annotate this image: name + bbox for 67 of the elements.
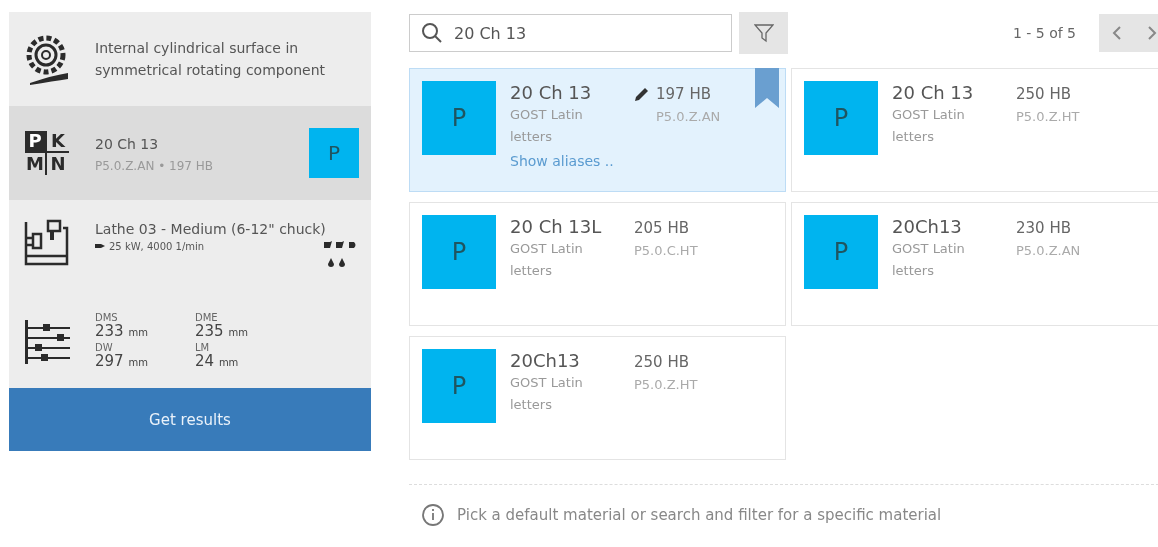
dimensions-row[interactable]: DMS 233 mm DME 235 mm DW 297 mm LM 24 mm [9, 294, 371, 388]
material-card[interactable]: P 20Ch13 GOST Latin letters 230 HB P5.0.Z.AN [791, 202, 1158, 326]
saw-blade-icon [24, 33, 70, 85]
material-standard: GOST Latin letters [892, 106, 966, 147]
chevron-right-icon [1146, 26, 1157, 40]
material-group-tile: P [804, 215, 878, 289]
material-name: 20 Ch 13L [510, 215, 603, 239]
material-hardness: 230 HB [1016, 219, 1071, 237]
filter-button[interactable] [739, 12, 788, 54]
material-code: P5.0.C.HT [634, 243, 698, 258]
material-name: 20Ch13 [892, 215, 963, 239]
dimension-label: DME [195, 312, 219, 323]
bookmark-icon [755, 68, 779, 108]
material-group-tile: P [309, 128, 359, 178]
material-code: P5.0.Z.AN [1016, 243, 1081, 258]
dimension-value: 235 mm [195, 322, 249, 339]
hint-text: Pick a default material or search and filter for a specific material [457, 506, 942, 524]
feature-description: Internal cylindrical surface in symmetrical rotating component [95, 38, 327, 80]
material-name: 20 Ch 13 [510, 81, 593, 105]
chevron-left-icon [1111, 26, 1122, 40]
material-group-tile: P [422, 349, 496, 423]
material-hardness: 250 HB [1016, 85, 1071, 103]
material-row[interactable]: P K M N 20 Ch 13 P5.0.Z.AN • 197 HB P [9, 106, 371, 200]
material-code: P5.0.Z.AN [655, 109, 721, 124]
iso-group-letter: P [25, 131, 47, 153]
material-group-tile: P [422, 81, 496, 155]
material-card[interactable]: P 20 Ch 13L GOST Latin letters 205 HB P5.0.C.HT [409, 202, 786, 326]
dimension-value: 297 mm [95, 353, 149, 370]
material-standard: GOST Latin letters [892, 240, 966, 281]
material-code: P5.0.Z.HT [634, 377, 698, 392]
search-field[interactable]: 20 Ch 13 [409, 14, 732, 52]
iso-group-letter: M [25, 153, 47, 175]
dimension-label: LM [195, 343, 211, 353]
material-group-tile: P [804, 81, 878, 155]
material-details: P5.0.Z.AN • 197 HB [95, 159, 215, 174]
material-card[interactable]: P 20 Ch 13 GOST Latin letters 250 HB P5.0.Z.HT [791, 68, 1158, 192]
info-icon [421, 503, 445, 527]
material-card[interactable]: P 20Ch13 GOST Latin letters 250 HB P5.0.Z.HT [409, 336, 786, 460]
dimension-value: 24 mm [195, 353, 240, 370]
material-code: P5.0.Z.HT [1016, 109, 1080, 124]
feature-row[interactable]: Internal cylindrical surface in symmetrical rotating component [9, 12, 371, 106]
material-group-tile: P [422, 215, 496, 289]
material-card[interactable]: P 20 Ch 13 GOST Latin letters Show aliases .. 197 HB P5.0.Z.AN [409, 68, 786, 192]
material-name: 20Ch13 [510, 349, 581, 373]
lathe-machine-icon [23, 218, 71, 266]
pagination-count: 1 - 5 of 5 [1012, 25, 1076, 41]
material-hardness: 250 HB [634, 353, 689, 371]
material-name: 20 Ch 13 [892, 81, 975, 105]
material-standard: GOST Latin letters [510, 240, 584, 281]
material-name: 20 Ch 13 [95, 134, 160, 154]
material-hardness: 205 HB [634, 219, 689, 237]
material-standard: GOST Latin letters [510, 374, 584, 415]
material-hardness: 197 HB [656, 85, 711, 103]
dimension-value: 233 mm [95, 322, 149, 339]
dimension-label: DW [95, 343, 114, 353]
machine-power: 25 kW, 4000 1/min [109, 240, 205, 252]
machine-name: Lathe 03 - Medium (6-12" chuck) [95, 220, 327, 239]
search-icon [421, 22, 443, 44]
get-results-button[interactable]: Get results [9, 388, 371, 451]
dimension-label: DMS [95, 312, 119, 323]
filter-icon [753, 23, 774, 43]
machine-row[interactable]: Lathe 03 - Medium (6-12" chuck) 25 kW, 4000 1/min [9, 200, 371, 294]
spindle-icon [95, 243, 105, 250]
iso-group-letter: N [49, 153, 67, 175]
material-standard: GOST Latin letters [510, 106, 584, 147]
iso-group-letter: K [47, 131, 69, 153]
dimensions-icon [23, 317, 71, 365]
